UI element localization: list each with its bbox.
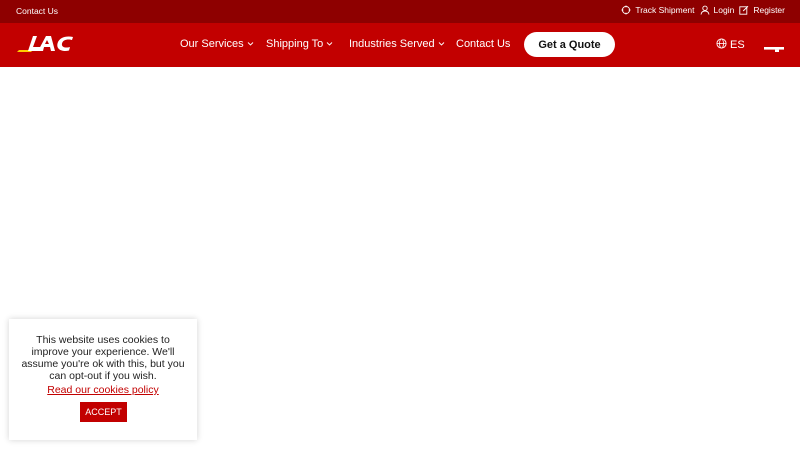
chevron-down-icon [244,38,254,50]
language-label: ES [730,39,745,51]
hamburger-menu-icon[interactable] [764,41,784,52]
nav-shipping-to[interactable]: Shipping To [266,38,349,50]
nav-label: Industries Served [349,38,435,50]
globe-icon [716,38,727,52]
chevron-down-icon [435,38,445,50]
chevron-down-icon [323,38,333,50]
get-quote-button[interactable]: Get a Quote [524,32,615,57]
nav-contact-us[interactable]: Contact Us [456,38,510,50]
edit-icon [739,5,749,15]
top-contact-link[interactable]: Contact Us [16,6,58,16]
language-switcher[interactable]: ES [716,38,745,52]
nav-our-services[interactable]: Our Services [180,38,266,50]
nav-label: Our Services [180,38,244,50]
brand-logo[interactable] [17,34,77,56]
login-label: Login [713,5,735,15]
nav-label: Contact Us [456,38,511,50]
cookie-consent-banner: This website uses cookies to improve you… [9,319,197,440]
cookie-policy-link[interactable]: Read our cookies policy [9,384,197,396]
login-link[interactable]: Login [700,5,735,15]
nav-industries-served[interactable]: Industries Served [349,38,456,50]
nav-label: Shipping To [266,38,324,50]
primary-nav: Our Services Shipping To Industries Serv… [180,38,510,50]
track-shipment-link[interactable]: Track Shipment [621,5,695,15]
crosshair-icon [621,5,631,15]
top-utility-bar: Contact Us Track Shipment Login Register [0,0,800,23]
track-shipment-label: Track Shipment [635,5,695,15]
user-icon [700,5,710,15]
top-utility-links: Track Shipment Login Register [619,5,785,15]
main-header: Our Services Shipping To Industries Serv… [0,23,800,67]
register-link[interactable]: Register [739,5,785,15]
cookie-message: This website uses cookies to improve you… [21,334,185,382]
accept-cookies-button[interactable]: ACCEPT [80,402,127,422]
register-label: Register [753,5,785,15]
